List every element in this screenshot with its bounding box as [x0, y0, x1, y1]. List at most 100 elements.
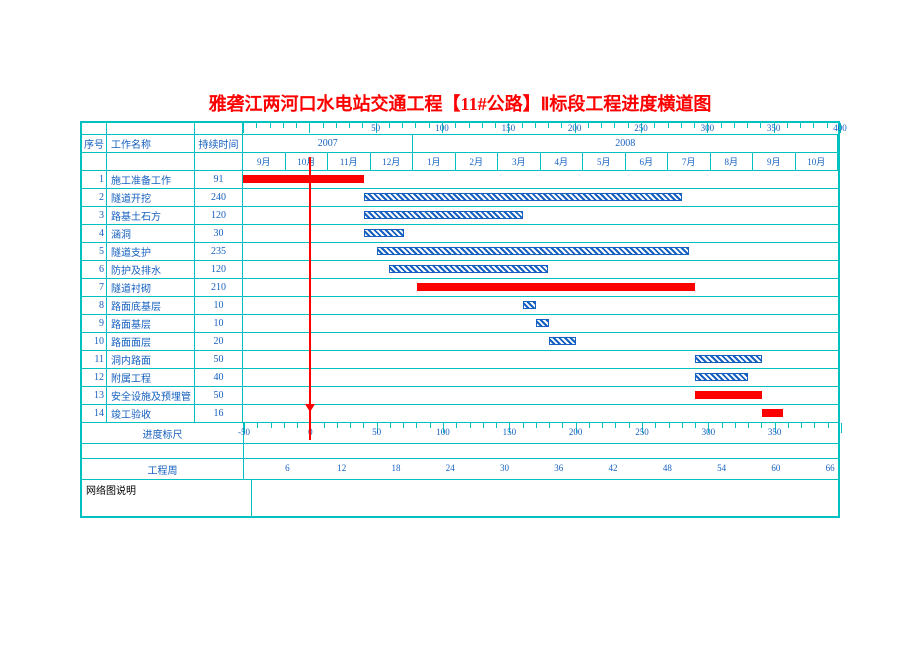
task-id: 13	[82, 387, 107, 404]
task-bar-area	[243, 333, 838, 350]
week-label: 18	[391, 463, 400, 473]
task-bar-area	[243, 297, 838, 314]
task-row: 4涵洞30	[82, 225, 838, 243]
task-name: 路面基层	[107, 315, 195, 332]
task-bar-area	[243, 225, 838, 242]
task-name: 竣工验收	[107, 405, 195, 422]
task-duration: 210	[195, 279, 243, 296]
week-label: 30	[500, 463, 509, 473]
task-id: 14	[82, 405, 107, 422]
gantt-bar-critical	[417, 283, 696, 291]
gantt-bar-normal	[695, 355, 761, 363]
task-duration: 10	[195, 315, 243, 332]
ruler-tick-label: 350	[767, 123, 781, 133]
task-bar-area	[243, 243, 838, 260]
month-cell: 9月	[243, 153, 286, 170]
gantt-bar-critical	[695, 391, 761, 399]
scale-label: 50	[372, 427, 381, 437]
task-row: 6防护及排水120	[82, 261, 838, 279]
task-bar-area	[243, 261, 838, 278]
scale-label: 200	[569, 427, 583, 437]
task-duration: 240	[195, 189, 243, 206]
ruler-tick-label: 200	[568, 123, 582, 133]
week-label: 54	[717, 463, 726, 473]
week-label: 66	[826, 463, 835, 473]
task-row: 7隧道衬砌210	[82, 279, 838, 297]
task-duration: 120	[195, 261, 243, 278]
progress-scale-label: 进度标尺	[82, 423, 244, 443]
month-cell: 8月	[711, 153, 754, 170]
project-week-row: 工程周 612182430364248546066	[82, 459, 838, 480]
month-cell: 6月	[626, 153, 669, 170]
task-duration: 120	[195, 207, 243, 224]
task-row: 13安全设施及预埋管50	[82, 387, 838, 405]
task-name: 洞内路面	[107, 351, 195, 368]
week-label: 24	[446, 463, 455, 473]
task-row: 5隧道支护235	[82, 243, 838, 261]
gantt-bar-critical	[243, 175, 364, 183]
task-row: 14竣工验收16	[82, 405, 838, 423]
project-week-label: 工程周	[82, 459, 244, 479]
gantt-bar-normal	[549, 337, 576, 345]
status-date-arrow-icon	[305, 404, 315, 412]
task-duration: 40	[195, 369, 243, 386]
month-cell: 11月	[328, 153, 371, 170]
task-row: 9路面基层10	[82, 315, 838, 333]
scale-label: 100	[436, 427, 450, 437]
task-duration: 91	[195, 171, 243, 188]
scale-label: 350	[768, 427, 782, 437]
top-ruler-row: 50100150200250300350400	[82, 123, 838, 135]
task-row: 3路基土石方120	[82, 207, 838, 225]
gantt-bar-critical	[762, 409, 783, 417]
month-cell: 10月	[796, 153, 839, 170]
task-id: 2	[82, 189, 107, 206]
notes-row: 网络图说明	[82, 480, 838, 516]
task-id: 10	[82, 333, 107, 350]
ruler-tick-label: 300	[701, 123, 715, 133]
task-duration: 50	[195, 387, 243, 404]
month-cell: 1月	[413, 153, 456, 170]
task-bar-area	[243, 279, 838, 296]
scale-label: 150	[503, 427, 517, 437]
task-name: 附属工程	[107, 369, 195, 386]
year-header-row: 序号 工作名称 持续时间 20072008	[82, 135, 838, 153]
task-bar-area	[243, 189, 838, 206]
gantt-bar-normal	[364, 193, 682, 201]
gantt-bar-normal	[389, 265, 548, 273]
ruler-tick-label: 150	[502, 123, 516, 133]
task-name: 隧道支护	[107, 243, 195, 260]
col-id-header: 序号	[82, 135, 107, 152]
task-bar-area	[243, 207, 838, 224]
notes-label: 网络图说明	[82, 480, 252, 516]
month-cell: 10月	[286, 153, 329, 170]
task-id: 3	[82, 207, 107, 224]
task-name: 涵洞	[107, 225, 195, 242]
week-label: 60	[771, 463, 780, 473]
task-name: 安全设施及预埋管	[107, 387, 195, 404]
task-duration: 30	[195, 225, 243, 242]
task-row: 2隧道开挖240	[82, 189, 838, 207]
scale-label: 0	[308, 427, 313, 437]
task-duration: 235	[195, 243, 243, 260]
week-label: 42	[609, 463, 618, 473]
task-id: 12	[82, 369, 107, 386]
task-row: 12附属工程40	[82, 369, 838, 387]
month-cell: 2月	[456, 153, 499, 170]
col-name-header: 工作名称	[107, 135, 195, 152]
task-name: 施工准备工作	[107, 171, 195, 188]
gantt-bar-normal	[364, 211, 523, 219]
task-name: 路基土石方	[107, 207, 195, 224]
task-id: 7	[82, 279, 107, 296]
week-label: 12	[337, 463, 346, 473]
task-row: 1施工准备工作91	[82, 171, 838, 189]
task-row: 8路面底基层10	[82, 297, 838, 315]
task-bar-area	[243, 315, 838, 332]
month-cell: 5月	[583, 153, 626, 170]
week-label: 36	[554, 463, 563, 473]
month-cell: 12月	[371, 153, 414, 170]
task-name: 路面底基层	[107, 297, 195, 314]
task-name: 路面面层	[107, 333, 195, 350]
task-duration: 16	[195, 405, 243, 422]
task-id: 8	[82, 297, 107, 314]
task-row: 10路面面层20	[82, 333, 838, 351]
